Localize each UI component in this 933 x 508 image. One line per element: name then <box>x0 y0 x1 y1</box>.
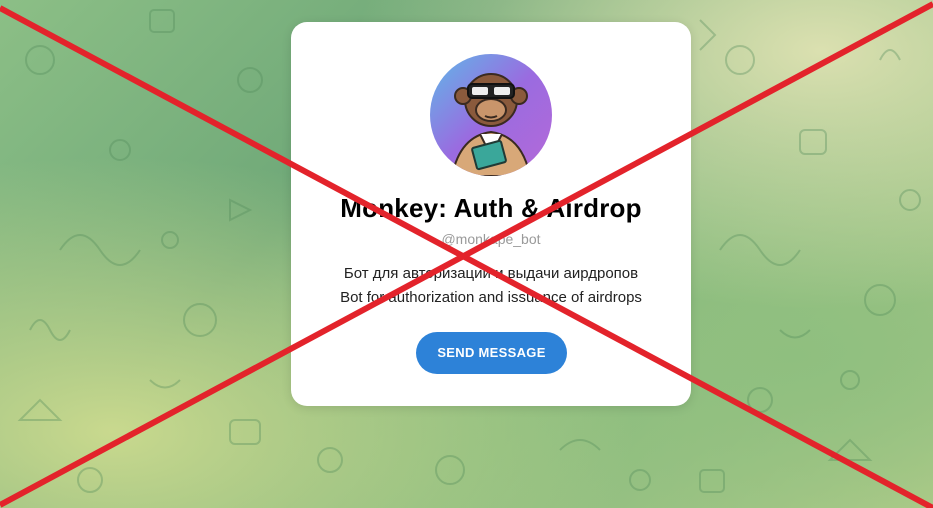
bot-description-en: Bot for authorization and issuance of ai… <box>340 289 642 306</box>
monkey-avatar-icon <box>430 54 552 176</box>
send-message-button[interactable]: SEND MESSAGE <box>416 332 567 374</box>
bot-username[interactable]: @monkape_bot <box>291 231 691 247</box>
bot-description: Бот для авторизации и выдачи аирдропов B… <box>291 262 691 310</box>
bot-description-ru: Бот для авторизации и выдачи аирдропов <box>343 265 639 282</box>
bot-profile-card: Monkey: Auth & Airdrop @monkape_bot Бот … <box>291 22 691 406</box>
bot-name-title: Monkey: Auth & Airdrop <box>340 193 642 223</box>
